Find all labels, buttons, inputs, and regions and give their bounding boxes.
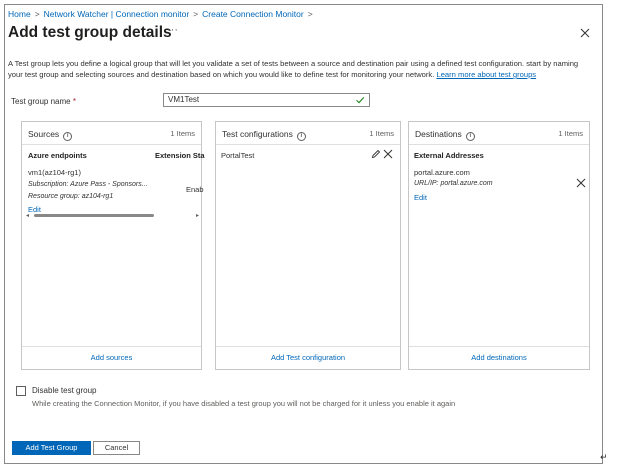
test-group-name-input[interactable]: VM1Test bbox=[163, 93, 370, 107]
destinations-panel: Destinations i 1 Items External Addresses… bbox=[408, 121, 590, 370]
destinations-count: 1 Items bbox=[558, 129, 583, 138]
test-configurations-title: Test configurations i bbox=[222, 129, 306, 141]
delete-icon[interactable] bbox=[383, 149, 393, 159]
disable-test-group-checkbox[interactable] bbox=[16, 386, 26, 396]
breadcrumb-separator: > bbox=[307, 9, 313, 19]
info-icon[interactable]: i bbox=[63, 132, 73, 141]
col-external-addresses: External Addresses bbox=[414, 151, 484, 160]
learn-more-link[interactable]: Learn more about test groups bbox=[436, 70, 536, 79]
page-title: Add test group details bbox=[8, 24, 172, 41]
info-icon[interactable]: i bbox=[465, 132, 475, 141]
destinations-title-text: Destinations bbox=[415, 129, 462, 139]
test-group-name-label-text: Test group name bbox=[11, 97, 71, 106]
return-mark-icon: ↵ bbox=[600, 452, 608, 462]
col-extension-status: Extension Sta bbox=[155, 151, 205, 160]
disable-test-group-label: Disable test group bbox=[32, 386, 97, 395]
source-extension-status: Enab bbox=[186, 185, 204, 194]
destination-edit-link[interactable]: Edit bbox=[414, 193, 427, 202]
close-icon[interactable] bbox=[580, 28, 590, 38]
cancel-button[interactable]: Cancel bbox=[93, 441, 140, 455]
test-group-name-label: Test group name * bbox=[11, 97, 76, 106]
sources-title-text: Sources bbox=[28, 129, 60, 139]
add-destinations-button[interactable]: Add destinations bbox=[409, 346, 589, 369]
add-test-configuration-button[interactable]: Add Test configuration bbox=[216, 346, 400, 369]
source-resource-group: Resource group: az104-rg1 bbox=[28, 193, 114, 200]
divider bbox=[409, 144, 589, 145]
source-vm-name: vm1(az104-rg1) bbox=[28, 168, 81, 177]
remove-destination-icon[interactable] bbox=[576, 178, 586, 188]
breadcrumb-network-watcher[interactable]: Network Watcher | Connection monitor bbox=[44, 9, 190, 19]
scroll-left-icon[interactable]: ◂ bbox=[26, 212, 29, 219]
required-mark: * bbox=[72, 97, 76, 106]
edit-pencil-icon[interactable] bbox=[371, 149, 381, 159]
info-icon[interactable]: i bbox=[296, 132, 306, 141]
horizontal-scrollbar[interactable]: ◂ ▸ bbox=[26, 212, 201, 219]
description: A Test group lets you define a logical g… bbox=[8, 58, 593, 80]
col-azure-endpoints: Azure endpoints bbox=[28, 151, 87, 160]
divider bbox=[22, 144, 201, 145]
breadcrumb: Home > Network Watcher | Connection monito… bbox=[8, 9, 317, 19]
destinations-title: Destinations i bbox=[415, 129, 475, 141]
test-configurations-panel: Test configurations i 1 Items PortalTest … bbox=[215, 121, 401, 370]
destination-url-ip: URL/IP: portal.azure.com bbox=[414, 180, 493, 187]
sources-count: 1 Items bbox=[170, 129, 195, 138]
add-test-group-button[interactable]: Add Test Group bbox=[12, 441, 91, 455]
disable-test-group-description: While creating the Connection Monitor, i… bbox=[32, 399, 456, 408]
checkmark-icon bbox=[356, 97, 365, 104]
sources-title: Sources i bbox=[28, 129, 73, 141]
test-configurations-title-text: Test configurations bbox=[222, 129, 293, 139]
divider bbox=[216, 144, 400, 145]
scrollbar-thumb[interactable] bbox=[34, 214, 154, 217]
breadcrumb-home[interactable]: Home bbox=[8, 9, 31, 19]
source-subscription: Subscription: Azure Pass - Sponsors... bbox=[28, 181, 148, 188]
test-configurations-count: 1 Items bbox=[369, 129, 394, 138]
sources-panel: Sources i 1 Items Azure endpoints Extensi… bbox=[21, 121, 205, 370]
breadcrumb-separator: > bbox=[34, 9, 40, 19]
breadcrumb-separator: > bbox=[193, 9, 199, 19]
test-group-name-value: VM1Test bbox=[168, 95, 200, 104]
scroll-right-icon[interactable]: ▸ bbox=[196, 212, 199, 219]
more-options-icon[interactable]: ··· bbox=[167, 24, 178, 36]
breadcrumb-create-connection-monitor[interactable]: Create Connection Monitor bbox=[202, 9, 304, 19]
destination-address: portal.azure.com bbox=[414, 168, 470, 177]
add-sources-button[interactable]: Add sources bbox=[22, 346, 201, 369]
test-configuration-item: PortalTest bbox=[221, 151, 255, 160]
